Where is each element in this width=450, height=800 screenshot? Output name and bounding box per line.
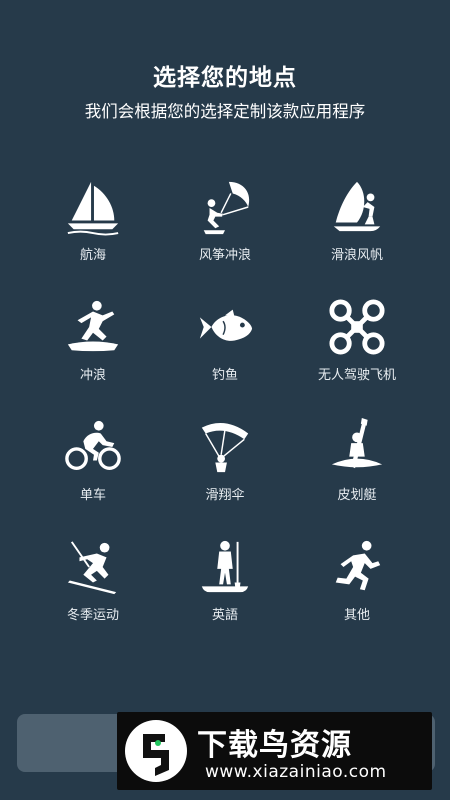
surfer-icon <box>63 296 123 358</box>
activity-label: 航海 <box>79 248 106 263</box>
activity-label: 钓鱼 <box>211 368 238 383</box>
activity-kayaking[interactable]: 皮划艇 <box>291 416 423 536</box>
activity-label: 英語 <box>211 608 238 623</box>
activity-label: 无人驾驶飞机 <box>317 368 396 383</box>
activity-other[interactable]: 其他 <box>291 536 423 656</box>
activity-fishing[interactable]: 钓鱼 <box>159 296 291 416</box>
activity-surfing[interactable]: 冲浪 <box>27 296 159 416</box>
sailboat-icon <box>63 176 123 238</box>
drone-icon <box>327 296 387 358</box>
windsurf-icon <box>327 176 387 238</box>
cyclist-icon <box>63 416 123 478</box>
paddleboard-icon <box>195 536 255 598</box>
watermark-url: www.xiazainiao.com <box>205 762 387 782</box>
skier-icon <box>63 536 123 598</box>
runner-icon <box>327 536 387 598</box>
watermark-banner: 下载鸟资源 www.xiazainiao.com <box>117 712 432 790</box>
paraglider-icon <box>195 416 255 478</box>
activity-paragliding[interactable]: 滑翔伞 <box>159 416 291 536</box>
activity-label: 其他 <box>343 608 370 623</box>
activity-windsurfing[interactable]: 滑浪风帆 <box>291 176 423 296</box>
activity-grid: 航海 风筝冲浪 滑浪风帆 冲浪 钓鱼 无人驾驶飞机 单车 滑翔伞 皮划艇 冬季运… <box>27 176 423 656</box>
page-title: 选择您的地点 <box>153 65 297 91</box>
watermark-title: 下载鸟资源 <box>197 728 352 763</box>
activity-label: 风筝冲浪 <box>198 248 251 263</box>
kitesurf-icon <box>195 176 255 238</box>
activity-label: 冲浪 <box>79 368 106 383</box>
activity-sailing[interactable]: 航海 <box>27 176 159 296</box>
activity-winter-sports[interactable]: 冬季运动 <box>27 536 159 656</box>
activity-kitesurfing[interactable]: 风筝冲浪 <box>159 176 291 296</box>
activity-label: 单车 <box>79 488 106 503</box>
fish-icon <box>195 296 255 358</box>
kayak-icon <box>327 416 387 478</box>
activity-sup[interactable]: 英語 <box>159 536 291 656</box>
activity-label: 滑翔伞 <box>205 488 245 503</box>
activity-label: 冬季运动 <box>66 608 119 623</box>
activity-drone[interactable]: 无人驾驶飞机 <box>291 296 423 416</box>
page-subtitle: 我们会根据您的选择定制该款应用程序 <box>84 102 366 121</box>
bird-logo-icon <box>125 720 187 782</box>
activity-cycling[interactable]: 单车 <box>27 416 159 536</box>
activity-label: 皮划艇 <box>337 488 377 503</box>
activity-label: 滑浪风帆 <box>330 248 383 263</box>
screen: 选择您的地点 我们会根据您的选择定制该款应用程序 航海 风筝冲浪 滑浪风帆 冲浪… <box>0 0 450 800</box>
